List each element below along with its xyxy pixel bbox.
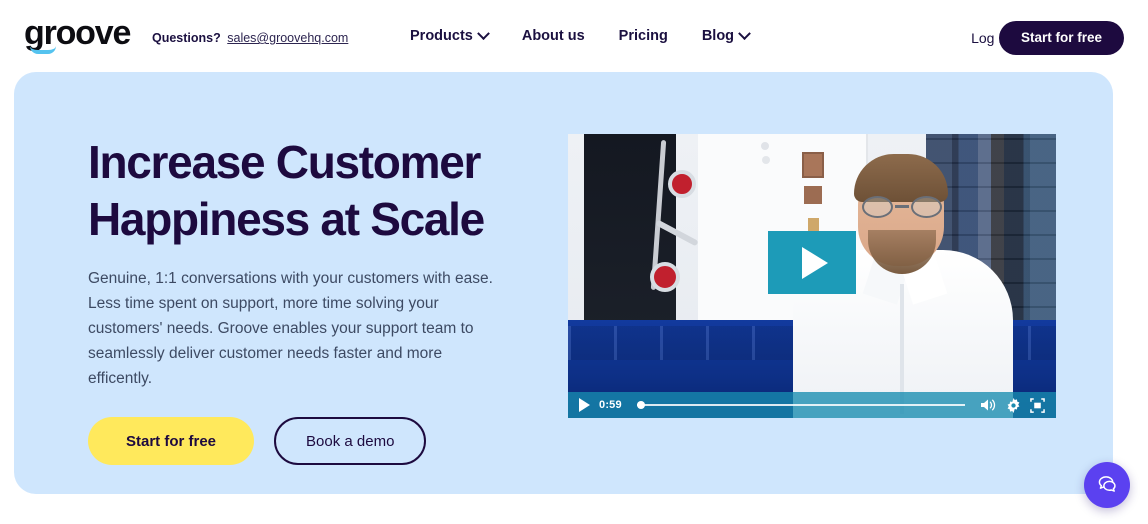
nav-item-blog[interactable]: Blog (701, 26, 751, 44)
sales-email-link[interactable]: sales@groovehq.com (227, 31, 348, 45)
video-scooter-wheel-bottom (650, 262, 680, 292)
chevron-down-icon (738, 26, 751, 40)
play-icon[interactable] (579, 398, 590, 412)
video-playhead-handle[interactable] (636, 401, 645, 409)
fullscreen-icon[interactable] (1030, 397, 1045, 413)
nav-label-blog: Blog (701, 28, 735, 44)
hero-button-row: Start for free Book a demo (88, 417, 548, 465)
video-bg-knob (762, 156, 770, 164)
main-nav: Products About us Pricing Blog (410, 26, 751, 44)
book-a-demo-button[interactable]: Book a demo (274, 417, 427, 465)
hero-copy: Increase Customer Happiness at Scale Gen… (88, 134, 548, 465)
glasses-lens-left (862, 196, 893, 218)
video-bg-knob (761, 142, 769, 150)
page-root: groove Questions? sales@groovehq.com Pro… (0, 0, 1148, 524)
nav-item-products[interactable]: Products (410, 26, 490, 44)
video-progress-scrubber[interactable] (636, 401, 965, 409)
groove-logo[interactable]: groove (24, 16, 142, 56)
volume-icon[interactable] (980, 398, 997, 412)
nav-item-about-us[interactable]: About us (522, 28, 585, 44)
page-title: Increase Customer Happiness at Scale (88, 134, 548, 248)
nav-label-pricing: Pricing (618, 28, 668, 44)
glasses-lens-right (911, 196, 942, 218)
nav-label-products: Products (410, 28, 473, 44)
header-start-for-free-button[interactable]: Start for free (998, 21, 1124, 55)
play-icon (802, 246, 828, 279)
video-scooter-wheel-top (668, 170, 696, 198)
glasses-bridge (895, 205, 909, 208)
video-bg-wall-object (802, 152, 824, 178)
video-play-overlay-button[interactable] (768, 231, 856, 294)
video-time-label: 0:59 (599, 399, 622, 411)
video-bg-wall-object (804, 186, 822, 204)
hero-video-player[interactable]: 0:59 (568, 134, 1056, 418)
headline-line-1: Increase Customer (88, 136, 481, 188)
site-header: groove Questions? sales@groovehq.com Pro… (0, 0, 1148, 72)
video-person-glasses (860, 196, 944, 218)
hero-start-for-free-button[interactable]: Start for free (88, 417, 255, 465)
nav-label-about-us: About us (521, 28, 585, 44)
gear-icon[interactable] (1006, 397, 1021, 413)
headline-line-2: Happiness at Scale (88, 193, 485, 245)
hero-section: Increase Customer Happiness at Scale Gen… (14, 72, 1113, 494)
nav-item-pricing[interactable]: Pricing (619, 28, 668, 44)
groove-smile-swoosh-icon (30, 46, 56, 54)
questions-label: Questions? (152, 31, 221, 45)
logo-wordmark: groove (24, 14, 131, 52)
questions-block: Questions? sales@groovehq.com (152, 31, 348, 45)
hero-subhead: Genuine, 1:1 conversations with your cus… (88, 270, 493, 387)
video-controls-bar: 0:59 (568, 392, 1056, 418)
chat-widget-button[interactable] (1084, 462, 1130, 508)
chat-bubbles-icon (1098, 476, 1116, 492)
chevron-down-icon (476, 26, 490, 40)
